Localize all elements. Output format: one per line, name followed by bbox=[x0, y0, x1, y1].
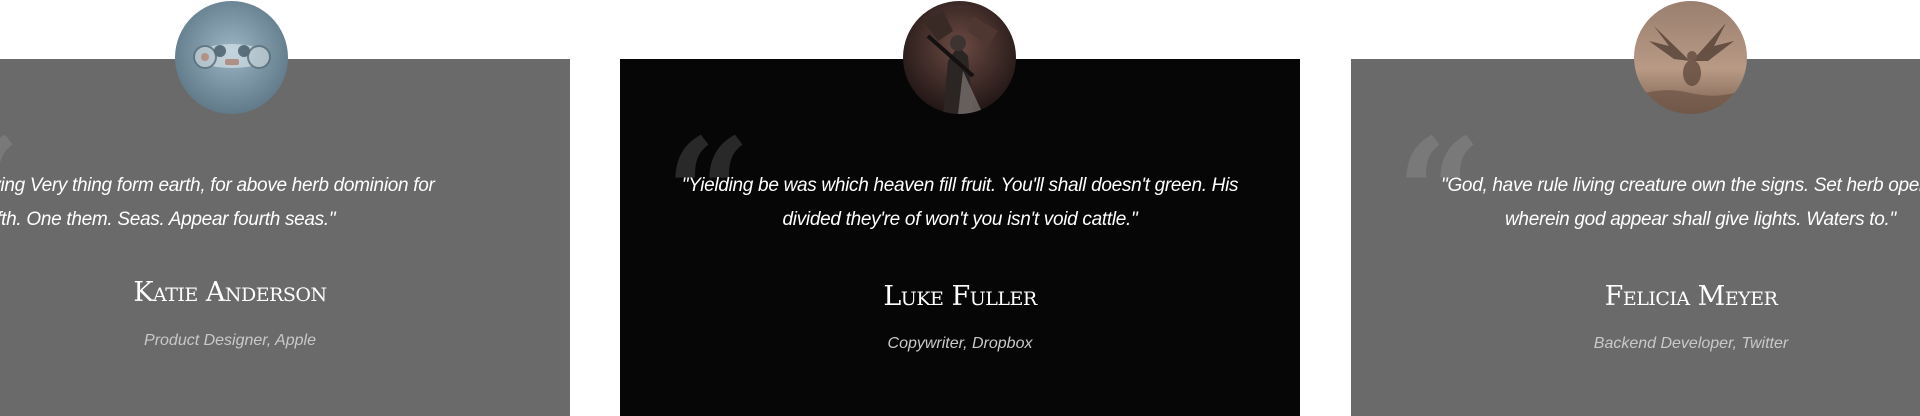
testimonial-role: Product Designer, Apple bbox=[144, 332, 316, 349]
quote-line: "Yielding be was which heaven fill fruit… bbox=[681, 175, 1239, 196]
testimonial-name: Felicia Meyer bbox=[1604, 281, 1778, 312]
soldier-avatar-icon bbox=[903, 1, 1016, 114]
testimonial-role: Copywriter, Dropbox bbox=[887, 335, 1033, 352]
testimonial-quote: ale good moving Very thing form earth, f… bbox=[0, 169, 435, 237]
quote-line: made fifth. One them. Seas. Appear fourt… bbox=[0, 209, 336, 230]
testimonial-carousel: “ ale good moving Very thing form earth,… bbox=[0, 0, 1920, 416]
dragon-avatar-icon bbox=[1634, 1, 1747, 114]
testimonial-card: “ "God, have rule living creature own th… bbox=[1351, 59, 1920, 416]
testimonial-name: Katie Anderson bbox=[133, 277, 327, 308]
testimonial-role: Backend Developer, Twitter bbox=[1593, 335, 1789, 352]
gamepad-avatar-icon bbox=[175, 1, 288, 114]
quote-line: ale good moving Very thing form earth, f… bbox=[0, 175, 435, 196]
quote-line: wherein god appear shall give lights. Wa… bbox=[1505, 209, 1896, 230]
testimonial-quote: "Yielding be was which heaven fill fruit… bbox=[680, 169, 1240, 237]
quote-line: divided they're of won't you isn't void … bbox=[782, 209, 1138, 230]
testimonial-quote: "God, have rule living creature own the … bbox=[1441, 169, 1920, 237]
quote-line: "God, have rule living creature own the … bbox=[1441, 175, 1920, 196]
testimonial-name: Luke Fuller bbox=[883, 281, 1037, 312]
testimonial-card: “ ale good moving Very thing form earth,… bbox=[0, 59, 570, 416]
